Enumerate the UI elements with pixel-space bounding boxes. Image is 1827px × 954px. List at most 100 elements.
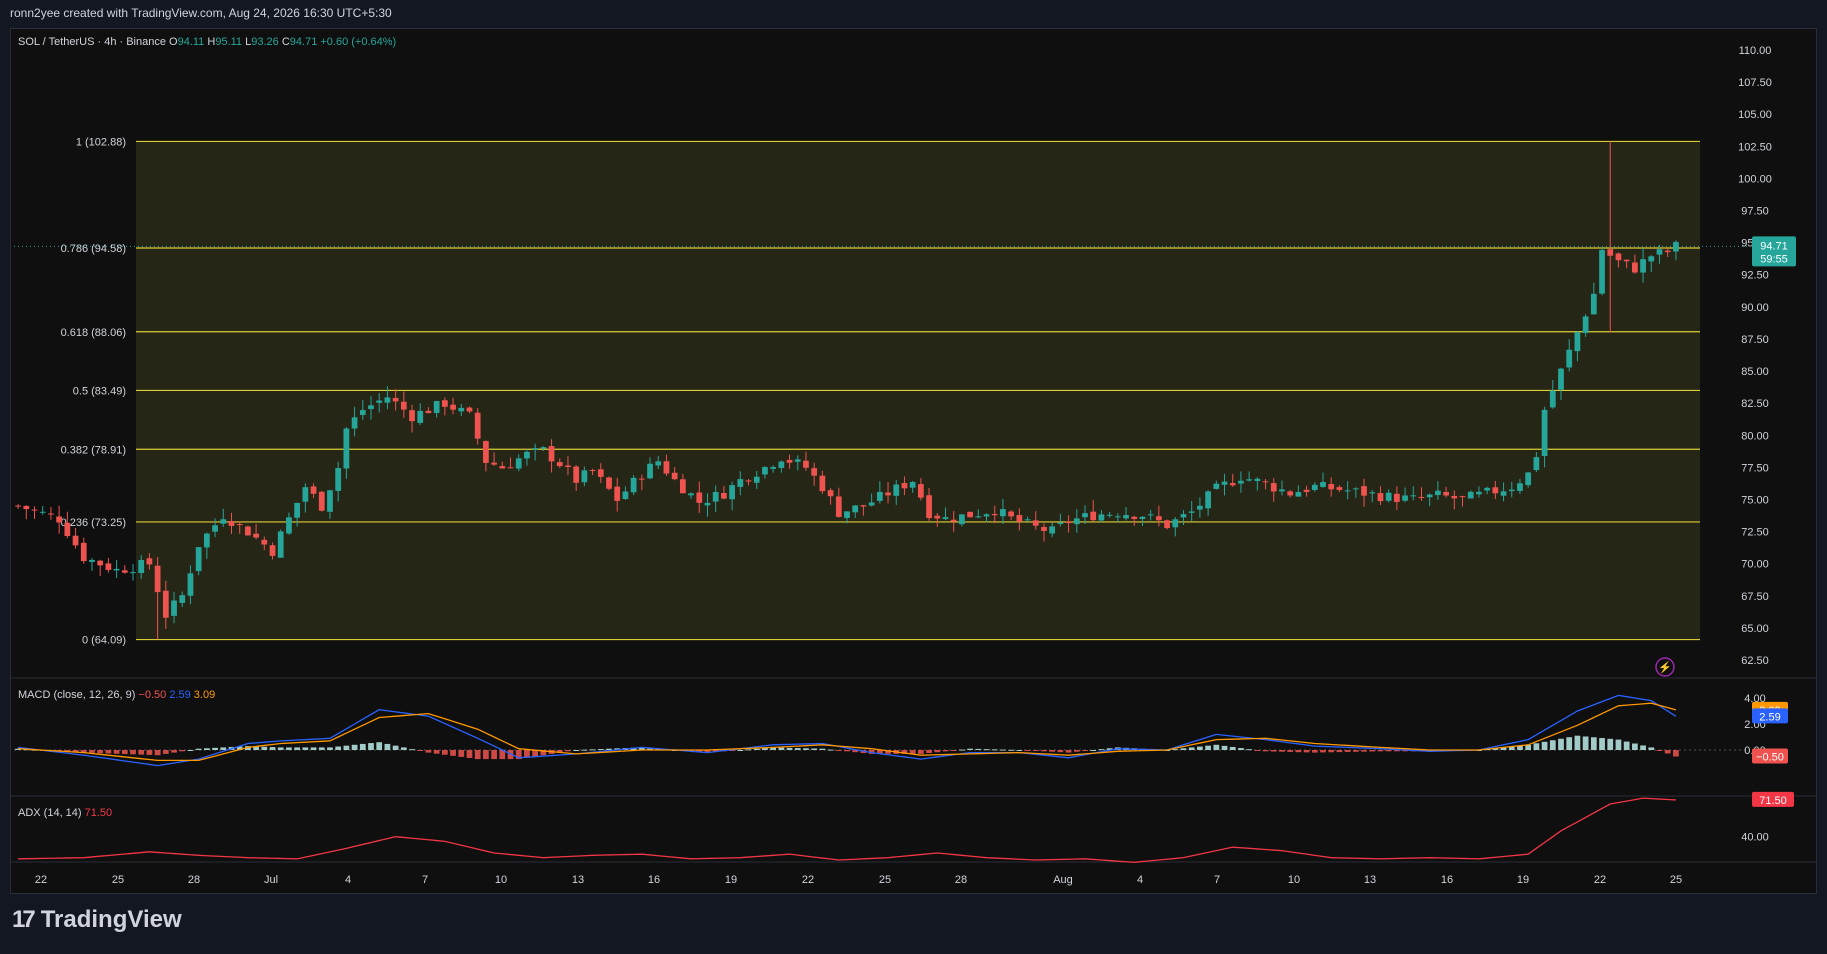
- candle: [548, 446, 555, 462]
- time-axis-tick: 25: [112, 874, 124, 886]
- macd-histogram-bar: [1352, 750, 1359, 752]
- macd-histogram-bar: [294, 747, 301, 750]
- candle: [483, 441, 489, 463]
- close-label: C: [282, 36, 290, 48]
- candle: [359, 410, 366, 415]
- macd-histogram-bar: [1016, 750, 1023, 751]
- price-axis-tick: 62.50: [1741, 655, 1769, 667]
- time-axis-tick: 16: [1441, 874, 1453, 886]
- price-axis-tick: 80.00: [1741, 430, 1769, 442]
- price-axis-tick: 100.00: [1738, 173, 1772, 185]
- candle: [721, 492, 727, 499]
- macd-histogram-bar: [589, 749, 596, 751]
- fib-level-label: 0.618 (88.06): [61, 327, 126, 339]
- macd-histogram-bar: [942, 750, 949, 752]
- candle: [1147, 514, 1154, 516]
- candle: [1648, 256, 1655, 262]
- candle: [1139, 516, 1146, 519]
- candle: [433, 401, 440, 413]
- candle: [1467, 491, 1474, 499]
- candle: [450, 404, 456, 410]
- macd-histogram-bar: [975, 748, 982, 750]
- candle: [1377, 493, 1384, 502]
- candle: [236, 524, 243, 526]
- candle: [1164, 520, 1170, 529]
- macd-histogram-bar: [745, 749, 752, 751]
- macd-name: MACD (close, 12, 26, 9): [18, 689, 138, 701]
- adx-legend[interactable]: ADX (14, 14) 71.50: [18, 807, 112, 819]
- price-chart[interactable]: 1 (102.88) 0.786 (94.58) 0.618 (88.06) 0.5 …: [0, 0, 1827, 954]
- candle: [1615, 253, 1622, 261]
- time-axis-tick: 28: [188, 874, 200, 886]
- ohlc-legend[interactable]: SOL / TetherUS · 4h · Binance O94.11 H95…: [18, 36, 396, 48]
- candle: [392, 397, 399, 402]
- adx-axis-tick: 40.00: [1741, 832, 1769, 844]
- tradingview-logo[interactable]: 17 TradingView: [12, 906, 182, 934]
- macd-histogram-bar: [1320, 750, 1326, 753]
- macd-histogram-bar: [433, 750, 440, 754]
- change-value: +0.60 (+0.64%): [320, 36, 396, 48]
- candle: [655, 461, 662, 466]
- candle: [458, 407, 465, 412]
- price-axis-tick: 85.00: [1741, 366, 1769, 378]
- fib-level-label: 0.786 (94.58): [61, 243, 126, 255]
- candle: [524, 451, 530, 459]
- macd-histogram-bar: [1238, 748, 1244, 750]
- candle: [1336, 487, 1343, 491]
- candle: [1549, 390, 1556, 408]
- candle: [1352, 488, 1359, 490]
- candle: [959, 514, 965, 525]
- candle: [56, 516, 63, 523]
- candle: [1197, 505, 1203, 510]
- candle: [712, 492, 719, 502]
- candle: [212, 525, 218, 532]
- price-axis-tick: 75.00: [1741, 494, 1769, 506]
- macd-histogram-bar: [1188, 747, 1195, 750]
- candle: [1393, 493, 1400, 502]
- price-axis-tick: 87.50: [1741, 334, 1769, 346]
- macd-histogram-bar: [1024, 750, 1031, 751]
- macd-histogram-bar: [195, 748, 202, 750]
- macd-legend[interactable]: MACD (close, 12, 26, 9) −0.50 2.59 3.09: [18, 689, 215, 701]
- macd-histogram-bar: [409, 749, 415, 751]
- close-value: 94.71: [290, 36, 321, 48]
- candle: [565, 465, 571, 468]
- macd-histogram-bar: [376, 742, 383, 750]
- time-axis-tick: 7: [1214, 874, 1220, 886]
- candle: [556, 462, 563, 467]
- candle: [515, 458, 522, 469]
- tradingview-wordmark: TradingView: [40, 906, 182, 933]
- macd-histogram-bar: [1041, 750, 1047, 752]
- candle: [277, 531, 284, 558]
- macd-histogram-bar: [1303, 750, 1310, 753]
- macd-histogram-bar: [1246, 749, 1253, 751]
- candle: [1476, 491, 1482, 495]
- price-axis-tick: 102.50: [1738, 141, 1772, 153]
- time-axis-tick: 10: [495, 874, 507, 886]
- macd-histogram-bar: [302, 747, 309, 750]
- candle: [1590, 293, 1597, 315]
- candle: [1049, 526, 1056, 534]
- macd-histogram-bar: [138, 750, 145, 755]
- high-label: H: [207, 36, 215, 48]
- macd-histogram-bar: [327, 747, 333, 750]
- candle: [606, 477, 612, 489]
- macd-histogram-bar: [581, 749, 588, 751]
- candle: [1640, 259, 1646, 273]
- candle: [1656, 249, 1663, 255]
- candle: [1221, 481, 1228, 485]
- candle: [1213, 483, 1220, 489]
- candle: [729, 485, 735, 500]
- macd-histogram-bar: [991, 749, 998, 751]
- candle: [269, 545, 276, 556]
- macd-histogram-bar: [220, 747, 227, 750]
- time-axis-tick: 4: [1137, 874, 1143, 886]
- candle: [97, 560, 104, 566]
- candle: [1361, 486, 1367, 496]
- macd-histogram-bar: [1673, 750, 1679, 757]
- macd-histogram-bar: [450, 750, 456, 756]
- candle: [1418, 496, 1425, 498]
- candle: [1517, 483, 1523, 491]
- candle: [1328, 484, 1335, 490]
- candle: [1114, 516, 1121, 518]
